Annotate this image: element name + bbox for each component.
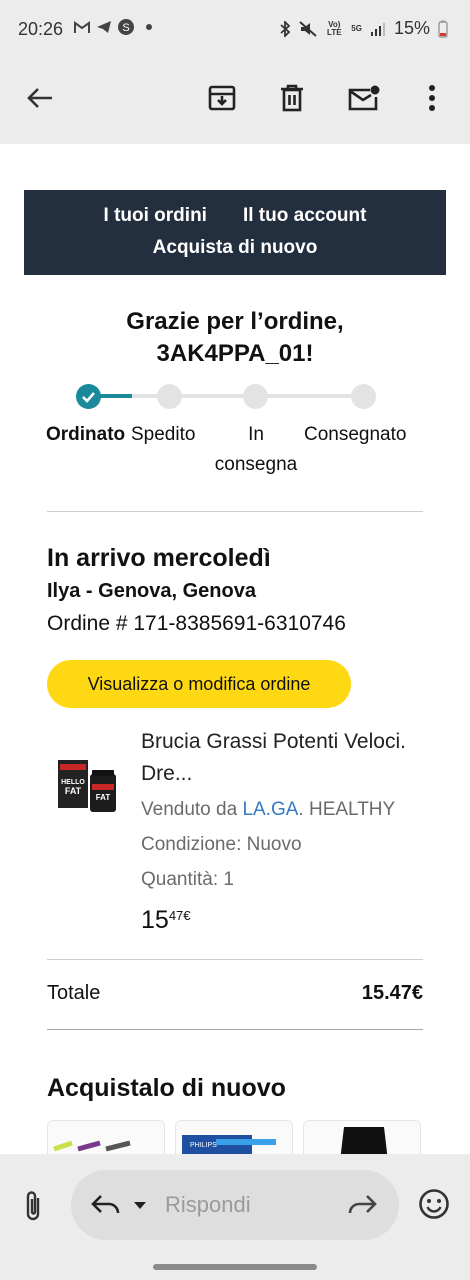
reply-icon [91, 1195, 120, 1214]
reply-placeholder: Rispondi [165, 1192, 251, 1217]
recommendation-thumbnail[interactable] [47, 1120, 165, 1154]
check-icon [82, 392, 95, 403]
forward-button[interactable] [347, 1192, 377, 1218]
emoji-button[interactable] [418, 1188, 450, 1220]
recommendation-thumbnail[interactable] [303, 1120, 421, 1154]
battery-icon [438, 20, 448, 38]
reply-composer[interactable]: Rispondi [71, 1170, 399, 1240]
your-account-link[interactable]: Il tuo account [243, 205, 367, 227]
network-5g-label: 5G [351, 23, 362, 33]
price-fraction: 47€ [168, 908, 191, 923]
sold-by: Venduto da LA.GA. HEALTHY [141, 799, 395, 821]
delivery-address: Ilya - Genova, Genova [47, 580, 256, 602]
attach-button[interactable] [18, 1188, 50, 1224]
archive-icon [208, 85, 236, 111]
shazam-icon: S [118, 19, 134, 35]
email-body: I tuoi ordini Il tuo account Acquista di… [0, 144, 470, 1154]
view-edit-order-button[interactable]: Visualizza o modifica ordine [47, 660, 351, 708]
svg-text:HELLO: HELLO [61, 779, 85, 786]
step-in-delivery-line2: consegna [214, 454, 298, 475]
total-value: 15.47€ [361, 982, 423, 1004]
product-title-link[interactable]: Brucia Grassi Potenti Veloci. Dre... [141, 726, 421, 790]
buy-again-link[interactable]: Acquista di nuovo [153, 237, 318, 258]
arrival-heading: In arrivo mercoledì [47, 544, 271, 572]
product-price: 1547€ [141, 906, 191, 935]
archive-button[interactable] [198, 74, 246, 122]
mark-unread-icon [348, 85, 380, 111]
divider [47, 511, 423, 512]
paperclip-icon [26, 1191, 40, 1221]
product-quantity: Quantità: 1 [141, 869, 234, 890]
divider [47, 959, 423, 960]
thanks-line: Grazie per l’ordine, [126, 308, 344, 335]
svg-text:S: S [122, 22, 129, 34]
more-options-button[interactable] [408, 74, 456, 122]
price-whole: 15 [141, 906, 169, 934]
back-button[interactable] [16, 74, 64, 122]
step-delivered-label: Consegnato [304, 424, 407, 445]
order-number: Ordine # 171-8385691-6310746 [47, 612, 346, 635]
more-vert-icon [429, 85, 435, 111]
total-label: Totale [47, 982, 101, 1004]
delete-button[interactable] [268, 74, 316, 122]
product-image[interactable]: HELLO FAT FAT [56, 754, 124, 816]
notification-icons: S [74, 19, 152, 35]
status-time: 20:26 [18, 19, 64, 39]
step-shipped-label: Spedito [131, 424, 196, 445]
step-ordered-label: Ordinato [46, 424, 126, 445]
delete-icon [281, 84, 303, 112]
gesture-home-bar[interactable] [153, 1264, 317, 1270]
svg-text:FAT: FAT [65, 786, 82, 796]
back-arrow-icon [27, 88, 52, 108]
more-notifications-dot [146, 24, 152, 30]
order-reference: 3AK4PPA_01! [156, 340, 314, 367]
shipment-progress [24, 381, 446, 411]
step-delivered-dot [351, 384, 376, 409]
step-ordered-dot [76, 384, 101, 409]
step-in-delivery-dot [243, 384, 268, 409]
reply-bar: Rispondi [0, 1154, 470, 1280]
your-orders-link[interactable]: I tuoi ordini [104, 205, 207, 227]
step-in-delivery-line1: In [248, 424, 264, 445]
signal-icon [370, 22, 385, 36]
svg-text:FAT: FAT [96, 793, 111, 802]
bluetooth-icon [280, 20, 291, 37]
mute-icon [299, 20, 317, 37]
seller-link[interactable]: LA.GA [242, 799, 298, 820]
view-edit-order-label: Visualizza o modifica ordine [87, 673, 311, 694]
system-icons: Vo) LTE 5G 15% [279, 18, 448, 39]
email-toolbar [0, 60, 470, 144]
step-in-delivery-label: In consegna [206, 420, 306, 480]
emoji-icon [419, 1189, 449, 1219]
battery-percent: 15% [393, 18, 430, 38]
telegram-icon [97, 21, 111, 33]
step-shipped-dot [157, 384, 182, 409]
chevron-down-icon [134, 1202, 146, 1209]
product-condition: Condizione: Nuovo [141, 834, 302, 855]
recommendation-thumbnail[interactable]: PHILIPS [175, 1120, 293, 1154]
thumb-brand-label: PHILIPS [190, 1142, 217, 1149]
forward-icon [348, 1195, 377, 1214]
volte-label: Vo) LTE [327, 19, 342, 37]
seller-suffix: . HEALTHY [298, 799, 396, 820]
status-bar: 20:26 S Vo) LTE 5G 15% [0, 0, 470, 60]
amazon-header-banner: I tuoi ordini Il tuo account Acquista di… [24, 190, 446, 275]
sold-by-prefix: Venduto da [141, 799, 243, 820]
progress-labels: Ordinato Spedito In consegna Consegnato [46, 420, 426, 480]
divider [47, 1029, 423, 1030]
reply-type-selector[interactable] [91, 1192, 151, 1218]
thanks-heading: Grazie per l’ordine, 3AK4PPA_01! [24, 306, 446, 370]
buy-again-heading: Acquistalo di nuovo [47, 1074, 286, 1102]
mark-unread-button[interactable] [340, 74, 388, 122]
gmail-icon [74, 20, 90, 33]
